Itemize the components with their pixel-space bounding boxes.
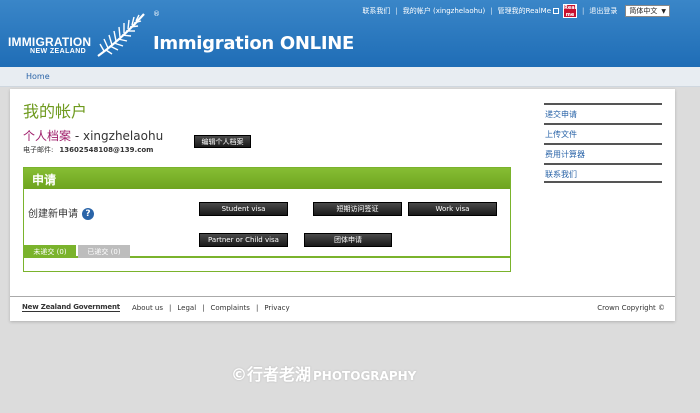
main-content: 我的帐户 个人档案 - xingzhelaohu 电子邮件: 1360254810… <box>10 89 675 321</box>
tab-submitted[interactable]: 已递交 (0) <box>78 245 130 258</box>
logout-link[interactable]: 退出登录 <box>589 6 617 16</box>
nav-separator: | <box>582 7 585 15</box>
footer-link-about[interactable]: About us <box>132 304 163 312</box>
profile-heading: 个人档案 - xingzhelaohu <box>23 127 163 144</box>
edit-profile-button[interactable]: 编辑个人档案 <box>194 135 251 148</box>
immigration-nz-logo[interactable]: IMMIGRATION NEW ZEALAND ® <box>8 10 160 58</box>
group-application-button[interactable]: 团体申请 <box>304 233 392 247</box>
silver-fern-icon <box>97 13 145 57</box>
chevron-down-icon: ▼ <box>661 7 666 15</box>
email-label: 电子邮件: <box>23 146 54 154</box>
watermark-en: PHOTOGRAPHY <box>313 369 417 383</box>
footer-separator: | <box>255 304 259 312</box>
site-header: IMMIGRATION NEW ZEALAND ® Immigration ON… <box>0 0 700 67</box>
profile-separator: - <box>71 129 83 143</box>
application-tabs: 未递交 (0) 已递交 (0) <box>24 245 510 271</box>
sidebar-nav: 递交申请 上传文件 费用计算器 联系我们 <box>544 103 662 183</box>
profile-label: 个人档案 <box>23 129 72 143</box>
sidebar-item-upload-files[interactable]: 上传文件 <box>544 123 662 143</box>
contact-us-link[interactable]: 联系我们 <box>362 6 390 16</box>
footer: New Zealand Government About us | Legal | Co… <box>22 303 665 315</box>
top-navigation: 联系我们 | 我的帐户 (xingzhelaohu) | 管理我的RealMe … <box>362 4 670 18</box>
breadcrumb-home[interactable]: Home <box>26 72 50 81</box>
my-account-link[interactable]: 我的帐户 (xingzhelaohu) <box>403 6 485 16</box>
footer-divider <box>10 296 675 297</box>
external-link-icon <box>553 8 560 14</box>
footer-links: About us | Legal | Complaints | Privacy <box>132 304 290 312</box>
sidebar-item-fee-calculator[interactable]: 费用计算器 <box>544 143 662 163</box>
language-select-value: 简体中文 <box>629 7 658 15</box>
applications-title: 申请 <box>24 168 510 189</box>
nz-government-logo[interactable]: New Zealand Government <box>22 303 120 312</box>
realme-logo-icon: Real me <box>563 4 578 18</box>
email-line: 电子邮件: 13602548108@139.com <box>23 145 153 155</box>
footer-separator: | <box>202 304 205 312</box>
app-title: Immigration ONLINE <box>153 33 355 54</box>
visitor-visa-button[interactable]: 短期访问签证 <box>313 202 402 216</box>
photo-watermark: ©行者老湖 PHOTOGRAPHY <box>231 361 416 385</box>
work-visa-button[interactable]: Work visa <box>408 202 497 216</box>
nav-separator: | <box>490 7 493 15</box>
footer-link-privacy[interactable]: Privacy <box>264 304 289 312</box>
manage-realme-link[interactable]: 管理我的RealMe <box>498 6 551 16</box>
footer-link-complaints[interactable]: Complaints <box>211 304 250 312</box>
help-icon[interactable]: ? <box>82 208 94 220</box>
realme-badge-bottom: me <box>565 12 575 18</box>
logo-text-new-zealand: NEW ZEALAND <box>30 48 87 55</box>
registered-mark: ® <box>153 10 160 18</box>
language-select[interactable]: 简体中文 ▼ <box>625 5 670 17</box>
watermark-cn: ©行者老湖 <box>231 365 312 384</box>
tab-unsubmitted[interactable]: 未递交 (0) <box>24 245 76 258</box>
student-visa-button[interactable]: Student visa <box>199 202 288 216</box>
applications-panel: 申请 创建新申请? Student visa 短期访问签证 Work visa … <box>23 167 511 272</box>
copyright: Crown Copyright © <box>597 304 665 312</box>
footer-separator: | <box>169 304 172 312</box>
username: xingzhelaohu <box>82 129 164 143</box>
breadcrumb-bar: Home <box>0 67 700 87</box>
logo-text-immigration: IMMIGRATION <box>8 35 92 49</box>
sidebar-item-submit-application[interactable]: 递交申请 <box>544 103 662 123</box>
footer-link-legal[interactable]: Legal <box>177 304 196 312</box>
create-new-label-text: 创建新申请 <box>28 209 78 220</box>
email-value: 13602548108@139.com <box>59 146 154 154</box>
nav-separator: | <box>395 7 398 15</box>
page-title: 我的帐户 <box>23 102 88 121</box>
realme-badge-top: Real <box>564 5 577 11</box>
partner-child-visa-button[interactable]: Partner or Child visa <box>199 233 288 247</box>
create-new-application-label: 创建新申请? <box>28 205 94 220</box>
sidebar-item-contact-us[interactable]: 联系我们 <box>544 163 662 183</box>
